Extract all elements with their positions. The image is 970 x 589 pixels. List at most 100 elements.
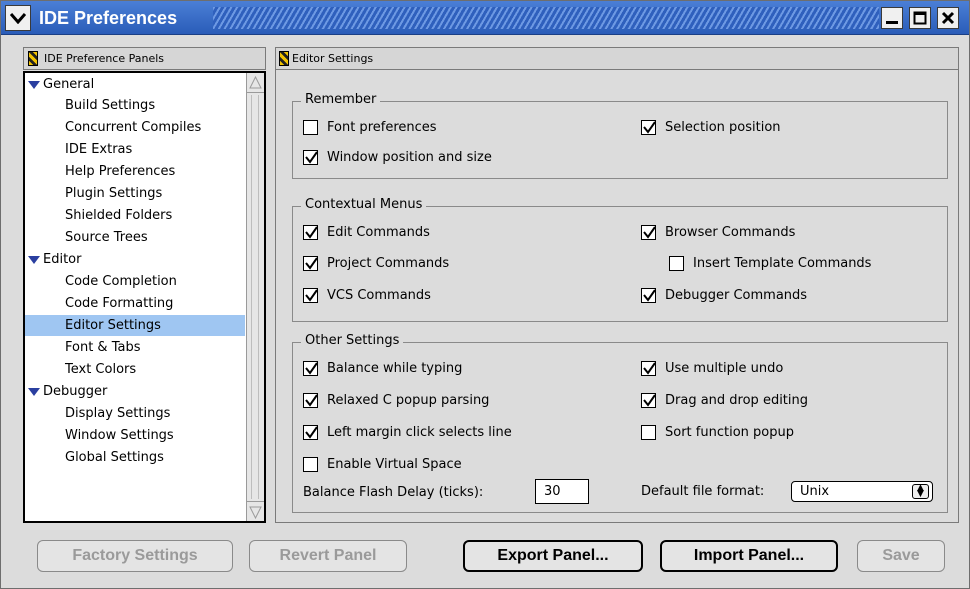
tree-category-general[interactable]: General bbox=[25, 74, 245, 95]
tree-item-help-preferences[interactable]: Help Preferences bbox=[25, 161, 245, 182]
maximize-button[interactable] bbox=[909, 7, 931, 29]
checkbox-label: Selection position bbox=[665, 119, 781, 135]
disclosure-triangle-icon[interactable] bbox=[28, 81, 40, 89]
project-commands-checkbox[interactable]: Project Commands bbox=[303, 253, 449, 273]
tree-item-text-colors[interactable]: Text Colors bbox=[25, 359, 245, 380]
checkmark-icon bbox=[305, 425, 318, 439]
checkbox-box[interactable] bbox=[303, 255, 318, 271]
scroll-down-button[interactable] bbox=[247, 501, 264, 521]
window-position-checkbox[interactable]: Window position and size bbox=[303, 147, 492, 167]
checkbox-box[interactable] bbox=[303, 360, 318, 376]
tree-item-source-trees[interactable]: Source Trees bbox=[25, 227, 245, 248]
tree-item-window-settings[interactable]: Window Settings bbox=[25, 425, 245, 446]
edit-commands-checkbox[interactable]: Edit Commands bbox=[303, 222, 430, 242]
checkbox-label: Enable Virtual Space bbox=[327, 456, 462, 472]
tree-item-code-formatting[interactable]: Code Formatting bbox=[25, 293, 245, 314]
contextual-menus-group: Contextual Menus Edit Commands Browser C… bbox=[292, 197, 948, 322]
tree-item-label: Display Settings bbox=[65, 406, 171, 421]
checkbox-label: Window position and size bbox=[327, 149, 492, 165]
tree-category-label: Debugger bbox=[43, 384, 108, 399]
disclosure-triangle-icon[interactable] bbox=[28, 256, 40, 264]
checkbox-box[interactable] bbox=[669, 255, 684, 271]
remember-group-title: Remember bbox=[301, 92, 381, 108]
use-multiple-undo-checkbox[interactable]: Use multiple undo bbox=[641, 358, 783, 378]
tree-scrollbar[interactable] bbox=[246, 73, 264, 521]
checkbox-box[interactable] bbox=[641, 360, 656, 376]
window-menu-button[interactable] bbox=[5, 5, 31, 31]
checkbox-box[interactable] bbox=[303, 392, 318, 408]
checkbox-label: Drag and drop editing bbox=[665, 392, 809, 408]
checkbox-label: Browser Commands bbox=[665, 224, 796, 240]
balance-flash-delay-input[interactable]: 30 bbox=[535, 479, 589, 504]
left-margin-click-checkbox[interactable]: Left margin click selects line bbox=[303, 422, 512, 442]
disclosure-triangle-icon[interactable] bbox=[28, 388, 40, 396]
scroll-up-button[interactable] bbox=[247, 73, 264, 93]
panels-tree[interactable]: General Build Settings Concurrent Compil… bbox=[23, 71, 266, 523]
font-preferences-checkbox[interactable]: Font preferences bbox=[303, 117, 437, 137]
checkbox-label: Relaxed C popup parsing bbox=[327, 392, 490, 408]
tree-item-editor-settings[interactable]: Editor Settings bbox=[25, 315, 245, 336]
checkmark-icon bbox=[643, 225, 656, 239]
revert-panel-button[interactable]: Revert Panel bbox=[249, 540, 407, 572]
tree-item-label: Editor Settings bbox=[65, 318, 161, 333]
tree-item-concurrent-compiles[interactable]: Concurrent Compiles bbox=[25, 117, 245, 138]
checkbox-box[interactable] bbox=[641, 392, 656, 408]
minimize-icon bbox=[886, 21, 898, 24]
striped-panel-icon bbox=[279, 51, 289, 66]
tree-item-font-tabs[interactable]: Font & Tabs bbox=[25, 337, 245, 358]
close-button[interactable] bbox=[937, 7, 959, 29]
tree-item-label: Font & Tabs bbox=[65, 340, 141, 355]
tree-item-ide-extras[interactable]: IDE Extras bbox=[25, 139, 245, 160]
insert-template-commands-checkbox[interactable]: Insert Template Commands bbox=[669, 253, 871, 273]
tree-item-global-settings[interactable]: Global Settings bbox=[25, 447, 245, 468]
tree-item-code-completion[interactable]: Code Completion bbox=[25, 271, 245, 292]
checkbox-box[interactable] bbox=[641, 424, 656, 440]
sort-function-popup-checkbox[interactable]: Sort function popup bbox=[641, 422, 794, 442]
selection-position-checkbox[interactable]: Selection position bbox=[641, 117, 781, 137]
tree-item-label: Help Preferences bbox=[65, 164, 176, 179]
checkbox-label: Edit Commands bbox=[327, 224, 430, 240]
checkbox-box[interactable] bbox=[303, 119, 318, 135]
tree-category-label: Editor bbox=[43, 252, 82, 267]
remember-group: Remember Font preferences Selection posi… bbox=[292, 92, 948, 179]
vcs-commands-checkbox[interactable]: VCS Commands bbox=[303, 285, 431, 305]
drag-and-drop-editing-checkbox[interactable]: Drag and drop editing bbox=[641, 390, 808, 410]
tree-item-display-settings[interactable]: Display Settings bbox=[25, 403, 245, 424]
balance-while-typing-checkbox[interactable]: Balance while typing bbox=[303, 358, 462, 378]
checkbox-box[interactable] bbox=[303, 149, 318, 165]
checkmark-icon bbox=[305, 256, 318, 270]
factory-settings-button[interactable]: Factory Settings bbox=[37, 540, 233, 572]
scroll-track[interactable] bbox=[251, 95, 259, 499]
import-panel-button[interactable]: Import Panel... bbox=[660, 540, 838, 572]
settings-panel-title: Editor Settings bbox=[292, 52, 374, 65]
tree-item-label: Code Formatting bbox=[65, 296, 174, 311]
title-bar[interactable]: IDE Preferences bbox=[1, 1, 969, 35]
checkbox-box[interactable] bbox=[303, 287, 318, 303]
browser-commands-checkbox[interactable]: Browser Commands bbox=[641, 222, 795, 242]
tree-category-debugger[interactable]: Debugger bbox=[25, 381, 245, 402]
checkbox-box[interactable] bbox=[303, 456, 318, 472]
debugger-commands-checkbox[interactable]: Debugger Commands bbox=[641, 285, 807, 305]
save-button[interactable]: Save bbox=[857, 540, 945, 572]
enable-virtual-space-checkbox[interactable]: Enable Virtual Space bbox=[303, 454, 462, 474]
tree-item-build-settings[interactable]: Build Settings bbox=[25, 95, 245, 116]
checkbox-box[interactable] bbox=[303, 224, 318, 240]
default-file-format-select[interactable]: Unix ▲ ▼ bbox=[791, 481, 933, 502]
other-settings-group: Other Settings Balance while typing Use … bbox=[292, 333, 948, 513]
checkbox-box[interactable] bbox=[641, 224, 656, 240]
tree-category-editor[interactable]: Editor bbox=[25, 249, 245, 270]
relaxed-c-popup-parsing-checkbox[interactable]: Relaxed C popup parsing bbox=[303, 390, 489, 410]
checkbox-box[interactable] bbox=[303, 424, 318, 440]
export-panel-button[interactable]: Export Panel... bbox=[463, 540, 643, 572]
checkmark-icon bbox=[305, 150, 318, 164]
checkbox-box[interactable] bbox=[641, 119, 656, 135]
default-file-format-label: Default file format: bbox=[641, 484, 765, 499]
checkbox-label: Balance while typing bbox=[327, 360, 463, 376]
checkbox-label: Use multiple undo bbox=[665, 360, 784, 376]
checkbox-box[interactable] bbox=[641, 287, 656, 303]
minimize-button[interactable] bbox=[881, 7, 903, 29]
tree-item-plugin-settings[interactable]: Plugin Settings bbox=[25, 183, 245, 204]
checkmark-icon bbox=[305, 225, 318, 239]
tree-item-shielded-folders[interactable]: Shielded Folders bbox=[25, 205, 245, 226]
tree-item-label: Global Settings bbox=[65, 450, 164, 465]
